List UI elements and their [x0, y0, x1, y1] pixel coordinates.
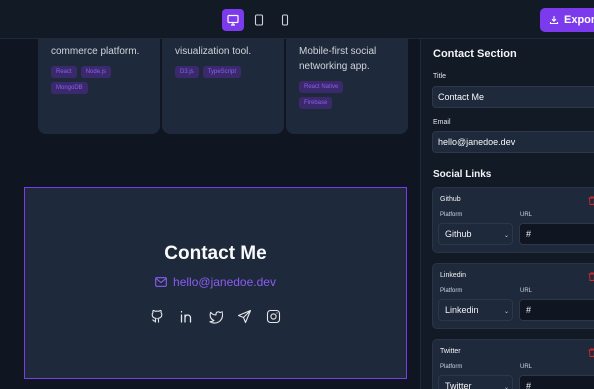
platform-value: Linkedin	[445, 305, 479, 315]
phone-view-button[interactable]	[274, 9, 296, 31]
contact-section-preview[interactable]: Contact Me hello@janedoe.dev	[24, 187, 407, 379]
title-label: Title	[433, 73, 446, 80]
chevron-down-icon: ⌄	[504, 233, 510, 239]
tag: MongoDB	[51, 82, 88, 94]
project-description: visualization tool.	[175, 46, 252, 57]
platform-select[interactable]: Linkedin ⌄	[438, 299, 513, 321]
trash-icon[interactable]	[588, 272, 594, 281]
social-links-heading: Social Links	[433, 169, 492, 180]
email-input[interactable]: hello@janedoe.dev	[432, 131, 594, 153]
export-label: Export	[564, 14, 594, 26]
tag: TypeScript	[202, 66, 242, 78]
export-button[interactable]: Export	[540, 8, 594, 32]
tablet-icon	[254, 14, 264, 26]
desktop-view-button[interactable]	[222, 9, 244, 31]
instagram-icon[interactable]	[266, 309, 281, 324]
platform-label: Platform	[440, 212, 463, 218]
social-icons	[25, 309, 406, 324]
url-label: URL	[520, 364, 533, 370]
github-icon[interactable]	[150, 309, 165, 324]
project-description: networking app.	[299, 61, 370, 72]
url-input[interactable]: #	[519, 299, 594, 321]
email-label: Email	[433, 119, 451, 126]
social-link-name: Github	[440, 196, 461, 203]
contact-title: Contact Me	[164, 243, 267, 264]
chevron-down-icon: ⌄	[504, 385, 510, 389]
project-description: commerce platform.	[51, 46, 140, 57]
url-input[interactable]: #	[519, 375, 594, 389]
phone-icon	[281, 14, 289, 26]
device-switcher	[222, 9, 296, 31]
project-tags: React Node.js MongoDB	[51, 66, 147, 94]
tag: Firebase	[299, 97, 333, 109]
section-heading: Contact Section	[433, 48, 517, 60]
top-toolbar: Export	[0, 0, 594, 39]
project-tags: React Native Firebase	[299, 81, 395, 109]
download-icon	[549, 16, 559, 25]
linkedin-icon[interactable]	[179, 309, 194, 324]
tag: React	[51, 66, 77, 78]
trash-icon[interactable]	[588, 196, 594, 205]
url-label: URL	[520, 288, 533, 294]
platform-label: Platform	[440, 364, 463, 370]
platform-select[interactable]: Twitter ⌄	[438, 375, 513, 389]
twitter-icon[interactable]	[208, 309, 223, 324]
preview-canvas: commerce platform. React Node.js MongoDB…	[0, 39, 420, 389]
project-tags: D3.js TypeScript	[175, 66, 271, 78]
platform-value: Twitter	[445, 381, 472, 389]
chevron-down-icon: ⌄	[504, 309, 510, 315]
title-input[interactable]: Contact Me	[432, 86, 594, 108]
mail-icon	[155, 277, 167, 287]
url-label: URL	[520, 212, 533, 218]
social-link-name: Linkedin	[440, 272, 467, 279]
platform-label: Platform	[440, 288, 463, 294]
project-card[interactable]: visualization tool. D3.js TypeScript	[162, 39, 284, 134]
social-link-name: Twitter	[440, 348, 461, 355]
platform-value: Github	[445, 229, 472, 239]
social-link-card: Twitter Platform URL Twitter ⌄ #	[432, 339, 594, 389]
url-input[interactable]: #	[519, 223, 594, 245]
tag: React Native	[299, 81, 344, 93]
telegram-icon[interactable]	[237, 309, 252, 324]
project-card[interactable]: commerce platform. React Node.js MongoDB	[38, 39, 160, 134]
project-card[interactable]: Mobile-first social networking app. Reac…	[286, 39, 408, 134]
project-description: Mobile-first social	[299, 46, 377, 57]
tag: Node.js	[80, 66, 112, 78]
tag: D3.js	[175, 66, 199, 78]
tablet-view-button[interactable]	[248, 9, 270, 31]
social-link-card: Github Platform URL Github ⌄ #	[432, 187, 594, 253]
desktop-icon	[227, 14, 239, 26]
platform-select[interactable]: Github ⌄	[438, 223, 513, 245]
social-link-card: Linkedin Platform URL Linkedin ⌄ #	[432, 263, 594, 329]
contact-email-text: hello@janedoe.dev	[173, 275, 276, 289]
contact-email[interactable]: hello@janedoe.dev	[25, 275, 406, 289]
trash-icon[interactable]	[588, 348, 594, 357]
properties-panel: Contact Section Title Contact Me Email h…	[420, 39, 594, 389]
